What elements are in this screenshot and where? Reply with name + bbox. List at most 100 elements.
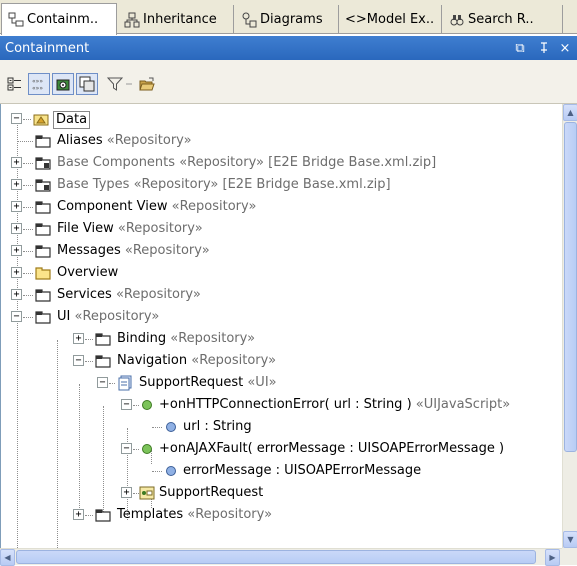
stereotype-label: «Repository» (133, 177, 219, 192)
horizontal-scroll-thumb[interactable] (16, 550, 536, 564)
view-tab-strip: Containm.. Inheritance Diagrams <>Model … (0, 0, 577, 35)
tree-node-label: SupportRequest (159, 485, 264, 500)
scroll-right-button[interactable]: ▶ (545, 549, 560, 566)
filter-dropdown[interactable] (124, 73, 134, 95)
expand-toggle[interactable]: + (11, 267, 22, 278)
source-file-label: [E2E Bridge Base.xml.zip] (222, 177, 391, 192)
tree-node-overview[interactable]: + Overview (1, 262, 562, 284)
svg-text:«»»: «»» (32, 78, 43, 85)
panel-title: Containment (5, 40, 90, 56)
containment-tree[interactable]: − Data Aliases «Repository» + Base Compo… (0, 104, 562, 548)
vertical-scrollbar[interactable]: ▲ ▼ (562, 104, 577, 548)
operation-icon (142, 444, 152, 454)
show-diagrams-button[interactable] (76, 73, 98, 95)
open-folder-icon (139, 77, 155, 91)
filter-icon (107, 77, 123, 91)
tree-node-navigation[interactable]: − Navigation «Repository» (1, 350, 562, 372)
package-gear-icon (56, 79, 70, 91)
tab-label: Diagrams (260, 12, 323, 27)
tree-node-label: Base Types (57, 177, 130, 192)
tree-node-file-view[interactable]: + File View «Repository» (1, 218, 562, 240)
restore-icon[interactable]: ⧉ (511, 39, 529, 57)
tree-node-ui[interactable]: − UI «Repository» (1, 306, 562, 328)
filter-button[interactable] (104, 73, 126, 95)
tree-node-supportrequest-activity[interactable]: + SupportRequest (1, 482, 562, 504)
source-file-label: [E2E Bridge Base.xml.zip] (268, 155, 437, 170)
tree-node-services[interactable]: + Services «Repository» (1, 284, 562, 306)
stereotype-label: «Repository» (191, 353, 277, 368)
tab-model-explorer[interactable]: <>Model Ex.. (340, 5, 442, 34)
package-icon (95, 333, 111, 346)
diagram-icon (79, 76, 95, 92)
expand-toggle[interactable]: + (11, 223, 22, 234)
tree-node-label: File View (57, 221, 114, 236)
tree-node-errormessage-parameter[interactable]: errorMessage : UISOAPErrorMessage (1, 460, 562, 482)
stereotype-label: «Repository» (115, 287, 201, 302)
containment-tab-icon (8, 12, 24, 28)
stereotype-icon: «»»«»» (32, 78, 43, 92)
tab-label: <>Model Ex.. (345, 12, 435, 27)
expand-toggle[interactable]: + (73, 509, 84, 520)
tab-inheritance[interactable]: Inheritance (118, 5, 234, 34)
collapse-toggle[interactable]: − (121, 399, 132, 410)
tab-search-results[interactable]: Search R.. (443, 5, 563, 34)
tree-node-label: SupportRequest (139, 375, 244, 390)
collapse-toggle[interactable]: − (11, 113, 22, 124)
expand-toggle[interactable]: + (11, 201, 22, 212)
collapse-all-button[interactable] (4, 73, 26, 95)
tree-node-label: Navigation (117, 353, 188, 368)
package-icon (95, 509, 111, 522)
vertical-scroll-thumb[interactable] (564, 122, 577, 452)
stereotype-label: «Repository» (179, 155, 264, 170)
tree-node-supportrequest-ui[interactable]: − SupportRequest «UI» (1, 372, 562, 394)
model-root-icon (33, 114, 49, 126)
expand-toggle[interactable]: + (121, 487, 132, 498)
collapse-toggle[interactable]: − (11, 311, 22, 322)
expand-toggle[interactable]: + (11, 157, 22, 168)
tree-node-label: Messages (57, 243, 121, 258)
tree-node-label: Binding (117, 331, 167, 346)
expand-toggle[interactable]: + (11, 289, 22, 300)
scroll-up-button[interactable]: ▲ (563, 104, 577, 121)
tree-node-onhttpconnectionerror[interactable]: − +onHTTPConnectionError( url : String )… (1, 394, 562, 416)
chevron-down-icon (126, 83, 132, 85)
horizontal-scrollbar[interactable]: ◀ ▶ (0, 548, 562, 566)
tree-node-label: +onAJAXFault( errorMessage : UISOAPError… (159, 441, 505, 456)
collapse-toggle[interactable]: − (97, 377, 108, 388)
scroll-left-button[interactable]: ◀ (0, 549, 15, 566)
tree-node-onajaxfault[interactable]: − +onAJAXFault( errorMessage : UISOAPErr… (1, 438, 562, 460)
tree-node-url-parameter[interactable]: url : String (1, 416, 562, 438)
collapse-toggle[interactable]: − (73, 355, 84, 366)
scroll-down-button[interactable]: ▼ (563, 531, 577, 548)
folder-icon (35, 267, 51, 280)
pin-icon[interactable] (535, 39, 553, 57)
expand-toggle[interactable]: + (11, 179, 22, 190)
panel-toolbar: «»» «»» (0, 60, 577, 104)
show-stereotypes-button[interactable]: «»» «»» (28, 73, 50, 95)
tab-containment[interactable]: Containm.. (1, 3, 117, 35)
stereotype-label: «UIJavaScript» (415, 397, 511, 412)
tree-node-base-types[interactable]: + Base Types «Repository» [E2E Bridge Ba… (1, 174, 562, 196)
tree-node-binding[interactable]: + Binding «Repository» (1, 328, 562, 350)
filter-packages-button[interactable] (52, 73, 74, 95)
tree-node-base-components[interactable]: + Base Components «Repository» [E2E Brid… (1, 152, 562, 174)
tree-node-templates[interactable]: + Templates «Repository» (1, 504, 562, 526)
expand-toggle[interactable]: + (73, 333, 84, 344)
tree-node-aliases[interactable]: Aliases «Repository» (1, 130, 562, 152)
diagrams-tab-icon (241, 12, 257, 28)
tree-node-label: errorMessage : UISOAPErrorMessage (183, 463, 422, 478)
tree-node-component-view[interactable]: + Component View «Repository» (1, 196, 562, 218)
stereotype-label: «Repository» (124, 243, 210, 258)
collapse-all-icon (7, 77, 21, 91)
tree-node-label: +onHTTPConnectionError( url : String ) (159, 397, 412, 412)
package-icon (35, 245, 51, 258)
collapse-toggle[interactable]: − (121, 443, 132, 454)
close-icon[interactable]: × (556, 39, 574, 57)
linked-package-icon (35, 157, 51, 170)
tab-label: Containm.. (27, 12, 99, 27)
tab-diagrams[interactable]: Diagrams (235, 5, 339, 34)
expand-toggle[interactable]: + (11, 245, 22, 256)
tree-node-data[interactable]: − Data (1, 108, 562, 130)
open-folder-button[interactable] (136, 73, 158, 95)
tree-node-messages[interactable]: + Messages «Repository» (1, 240, 562, 262)
